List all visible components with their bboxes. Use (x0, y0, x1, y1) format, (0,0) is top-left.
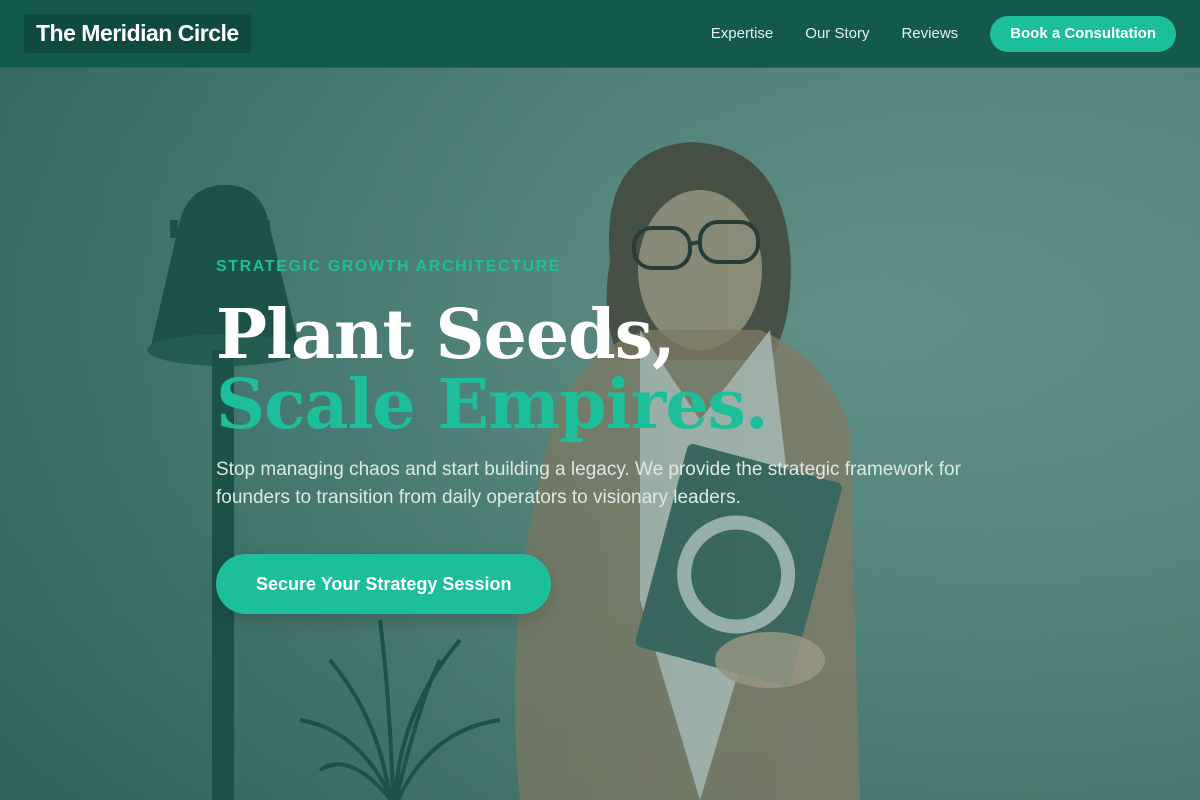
main-nav: Expertise Our Story Reviews Book a Consu… (711, 15, 1176, 52)
site-header: The Meridian Circle Expertise Our Story … (0, 0, 1200, 68)
headline-line-2: Scale Empires. (216, 365, 769, 445)
hero-eyebrow: STRATEGIC GROWTH ARCHITECTURE (216, 258, 562, 275)
nav-link-expertise[interactable]: Expertise (711, 25, 774, 42)
hero-content: STRATEGIC GROWTH ARCHITECTURE Plant Seed… (216, 258, 976, 614)
brand-logo[interactable]: The Meridian Circle (24, 14, 251, 53)
headline-line-1: Plant Seeds, (216, 295, 676, 375)
hero-headline: Plant Seeds, Scale Empires. (216, 300, 976, 440)
hero-subheadline: Stop managing chaos and start building a… (216, 459, 961, 508)
book-consultation-button[interactable]: Book a Consultation (990, 15, 1176, 52)
secure-strategy-session-button[interactable]: Secure Your Strategy Session (216, 554, 552, 614)
nav-link-our-story[interactable]: Our Story (805, 25, 869, 42)
nav-link-reviews[interactable]: Reviews (901, 25, 958, 42)
